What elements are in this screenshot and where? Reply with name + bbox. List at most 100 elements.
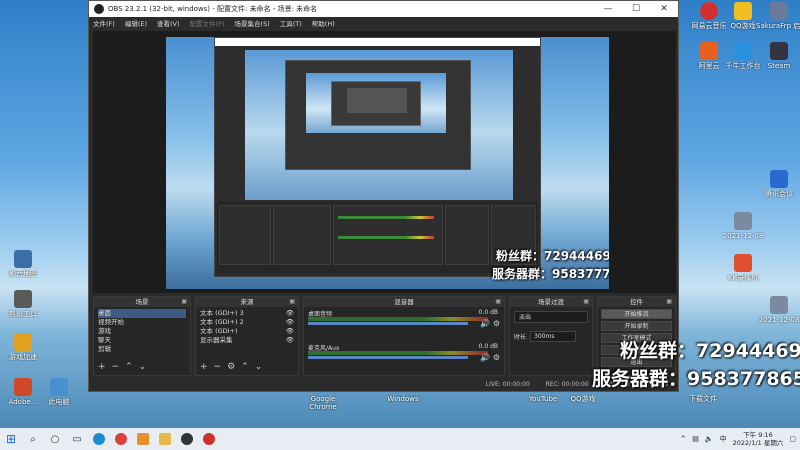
- maximize-button[interactable]: ☐: [622, 4, 650, 14]
- eye-icon[interactable]: 👁: [286, 309, 294, 318]
- taskbar-app-obs[interactable]: [176, 428, 198, 450]
- undock-icon[interactable]: ▣: [495, 297, 501, 307]
- volume-slider[interactable]: [308, 356, 468, 359]
- down-icon[interactable]: ⌄: [139, 362, 147, 372]
- chrome-icon: [115, 433, 127, 445]
- network-icon[interactable]: ▤: [692, 435, 699, 443]
- eye-icon[interactable]: 👁: [286, 327, 294, 336]
- minimize-button[interactable]: —: [594, 4, 622, 14]
- transitions-title: 场景过渡: [538, 298, 564, 306]
- app-icon: [770, 42, 788, 60]
- task-view-button[interactable]: ○: [44, 428, 66, 450]
- computer-icon: [50, 378, 68, 396]
- menu-scene-collection[interactable]: 场景集合(S): [235, 18, 270, 28]
- up-icon[interactable]: ⌃: [125, 362, 133, 372]
- menu-tools[interactable]: 工具(T): [280, 18, 302, 28]
- down-icon[interactable]: ⌄: [255, 362, 263, 372]
- desktop-icon[interactable]: Steam: [756, 42, 800, 70]
- gear-icon[interactable]: ⚙: [227, 362, 235, 372]
- source-item[interactable]: 显示器采集 👁: [200, 336, 294, 345]
- desktop-icon[interactable]: 剪辑工具: [0, 290, 46, 318]
- undock-icon[interactable]: ▣: [289, 297, 295, 307]
- up-icon[interactable]: ⌃: [241, 362, 249, 372]
- search-button[interactable]: ⌕: [22, 428, 44, 450]
- desktop-icon[interactable]: 2021-12-08: [756, 296, 800, 324]
- taskbar-app[interactable]: [132, 428, 154, 450]
- scene-item[interactable]: 视频开始: [98, 318, 186, 327]
- source-item[interactable]: 文本 (GDI+) 2 👁: [200, 318, 294, 327]
- up-chevron-icon[interactable]: ^: [680, 435, 686, 443]
- desktop-icon[interactable]: 此电脑: [36, 378, 82, 406]
- gear-icon[interactable]: ⚙: [493, 319, 500, 328]
- overlay-server: 服务器群：958377865: [592, 368, 800, 390]
- windows-icon: ⊞: [5, 432, 17, 446]
- desktop-icon[interactable]: 下载文件: [680, 395, 726, 403]
- eye-icon[interactable]: 👁: [286, 336, 294, 345]
- start-streaming-button[interactable]: 开始推流: [601, 309, 672, 319]
- desktop-icon[interactable]: 2021-12-08: [720, 212, 766, 240]
- speaker-icon[interactable]: 🔊: [480, 353, 490, 362]
- clock[interactable]: 下午 9:16 2022/1/1 星期六: [733, 431, 784, 447]
- taskbar-app[interactable]: [88, 428, 110, 450]
- eye-icon[interactable]: 👁: [286, 318, 294, 327]
- desktop-icon[interactable]: KK录像机: [720, 254, 766, 282]
- dock-area: 场景 ▣ 桌面 视频开始 游戏 聊天 剪辑 + − ⌃ ⌄ 来源 ▣ 文本 (GDI+) …: [93, 296, 676, 376]
- scenes-title: 场景: [135, 298, 149, 306]
- window-title: OBS 23.2.1 (32-bit, windows) - 配置文件: 未命名…: [108, 5, 318, 13]
- undock-icon[interactable]: ▣: [181, 297, 187, 307]
- scene-item[interactable]: 聊天: [98, 336, 186, 345]
- volume-meter: [308, 351, 488, 355]
- sources-list: 文本 (GDI+) 3 👁 文本 (GDI+) 2 👁 文本 (GDI+) 👁 显示器…: [196, 307, 298, 347]
- source-item[interactable]: 文本 (GDI+) 3 👁: [200, 309, 294, 318]
- menu-help[interactable]: 帮助(H): [312, 18, 335, 28]
- add-icon[interactable]: +: [98, 362, 106, 372]
- menu-profile[interactable]: 配置文件(P): [190, 18, 225, 28]
- gear-icon[interactable]: ⚙: [493, 353, 500, 362]
- undock-icon[interactable]: ▣: [583, 297, 589, 307]
- start-button[interactable]: ⊞: [0, 428, 22, 450]
- taskbar-app[interactable]: [198, 428, 220, 450]
- desktop-icon[interactable]: 影音地图: [0, 250, 46, 278]
- duration-input[interactable]: 300ms: [530, 331, 577, 342]
- preview-canvas[interactable]: 粉丝群：729444691 服务器群：958377786: [166, 37, 609, 289]
- start-recording-button[interactable]: 开始录制: [601, 321, 672, 331]
- menu-file[interactable]: 文件(F): [93, 18, 115, 28]
- scene-item[interactable]: 游戏: [98, 327, 186, 336]
- taskbar-app[interactable]: ▭: [66, 428, 88, 450]
- scenes-list: 桌面 视频开始 游戏 聊天 剪辑: [94, 307, 190, 356]
- desktop-icon[interactable]: QQ游戏: [560, 395, 606, 403]
- scene-item[interactable]: 剪辑: [98, 345, 186, 354]
- undock-icon[interactable]: ▣: [666, 297, 672, 307]
- desktop-icon[interactable]: 腾讯会议: [756, 170, 800, 198]
- scene-item[interactable]: 桌面: [98, 309, 186, 318]
- file-icon: [770, 296, 788, 314]
- menu-bar: 文件(F) 编辑(E) 查看(V) 配置文件(P) 场景集合(S) 工具(T) …: [89, 17, 678, 29]
- menu-view[interactable]: 查看(V): [157, 18, 180, 28]
- speaker-icon[interactable]: 🔊: [480, 319, 490, 328]
- volume-icon[interactable]: 🔈: [705, 435, 714, 443]
- volume-slider[interactable]: [308, 322, 468, 325]
- clock-time: 下午 9:16: [743, 431, 773, 439]
- desktop-icon[interactable]: SakuraFrp 启动器: [756, 2, 800, 30]
- desktop-icon[interactable]: Windows: [380, 395, 426, 403]
- transition-select[interactable]: 淡出: [514, 311, 588, 323]
- remove-icon[interactable]: −: [214, 362, 222, 372]
- app-icon: [734, 42, 752, 60]
- sources-toolbar: + − ⚙ ⌃ ⌄: [200, 362, 262, 372]
- desktop-icon[interactable]: Chrome: [300, 403, 346, 411]
- nested-preview-2: [306, 73, 446, 133]
- menu-edit[interactable]: 编辑(E): [125, 18, 147, 28]
- taskbar: ⊞ ⌕ ○ ▭ ^ ▤ 🔈 中 下午 9:16 2022/1/1 星期六 ▢: [0, 428, 800, 450]
- add-icon[interactable]: +: [200, 362, 208, 372]
- source-item[interactable]: 文本 (GDI+) 👁: [200, 327, 294, 336]
- remove-icon[interactable]: −: [112, 362, 120, 372]
- taskbar-app[interactable]: [110, 428, 132, 450]
- app-icon: [137, 433, 149, 445]
- desktop-icon[interactable]: 游戏加速: [0, 333, 46, 361]
- ime-indicator[interactable]: 中: [720, 434, 727, 444]
- close-button[interactable]: ✕: [650, 4, 678, 14]
- live-status: LIVE: 00:00:00: [485, 380, 530, 388]
- desktop-icon[interactable]: Google: [300, 395, 346, 403]
- taskbar-app[interactable]: [154, 428, 176, 450]
- notification-icon[interactable]: ▢: [789, 435, 796, 443]
